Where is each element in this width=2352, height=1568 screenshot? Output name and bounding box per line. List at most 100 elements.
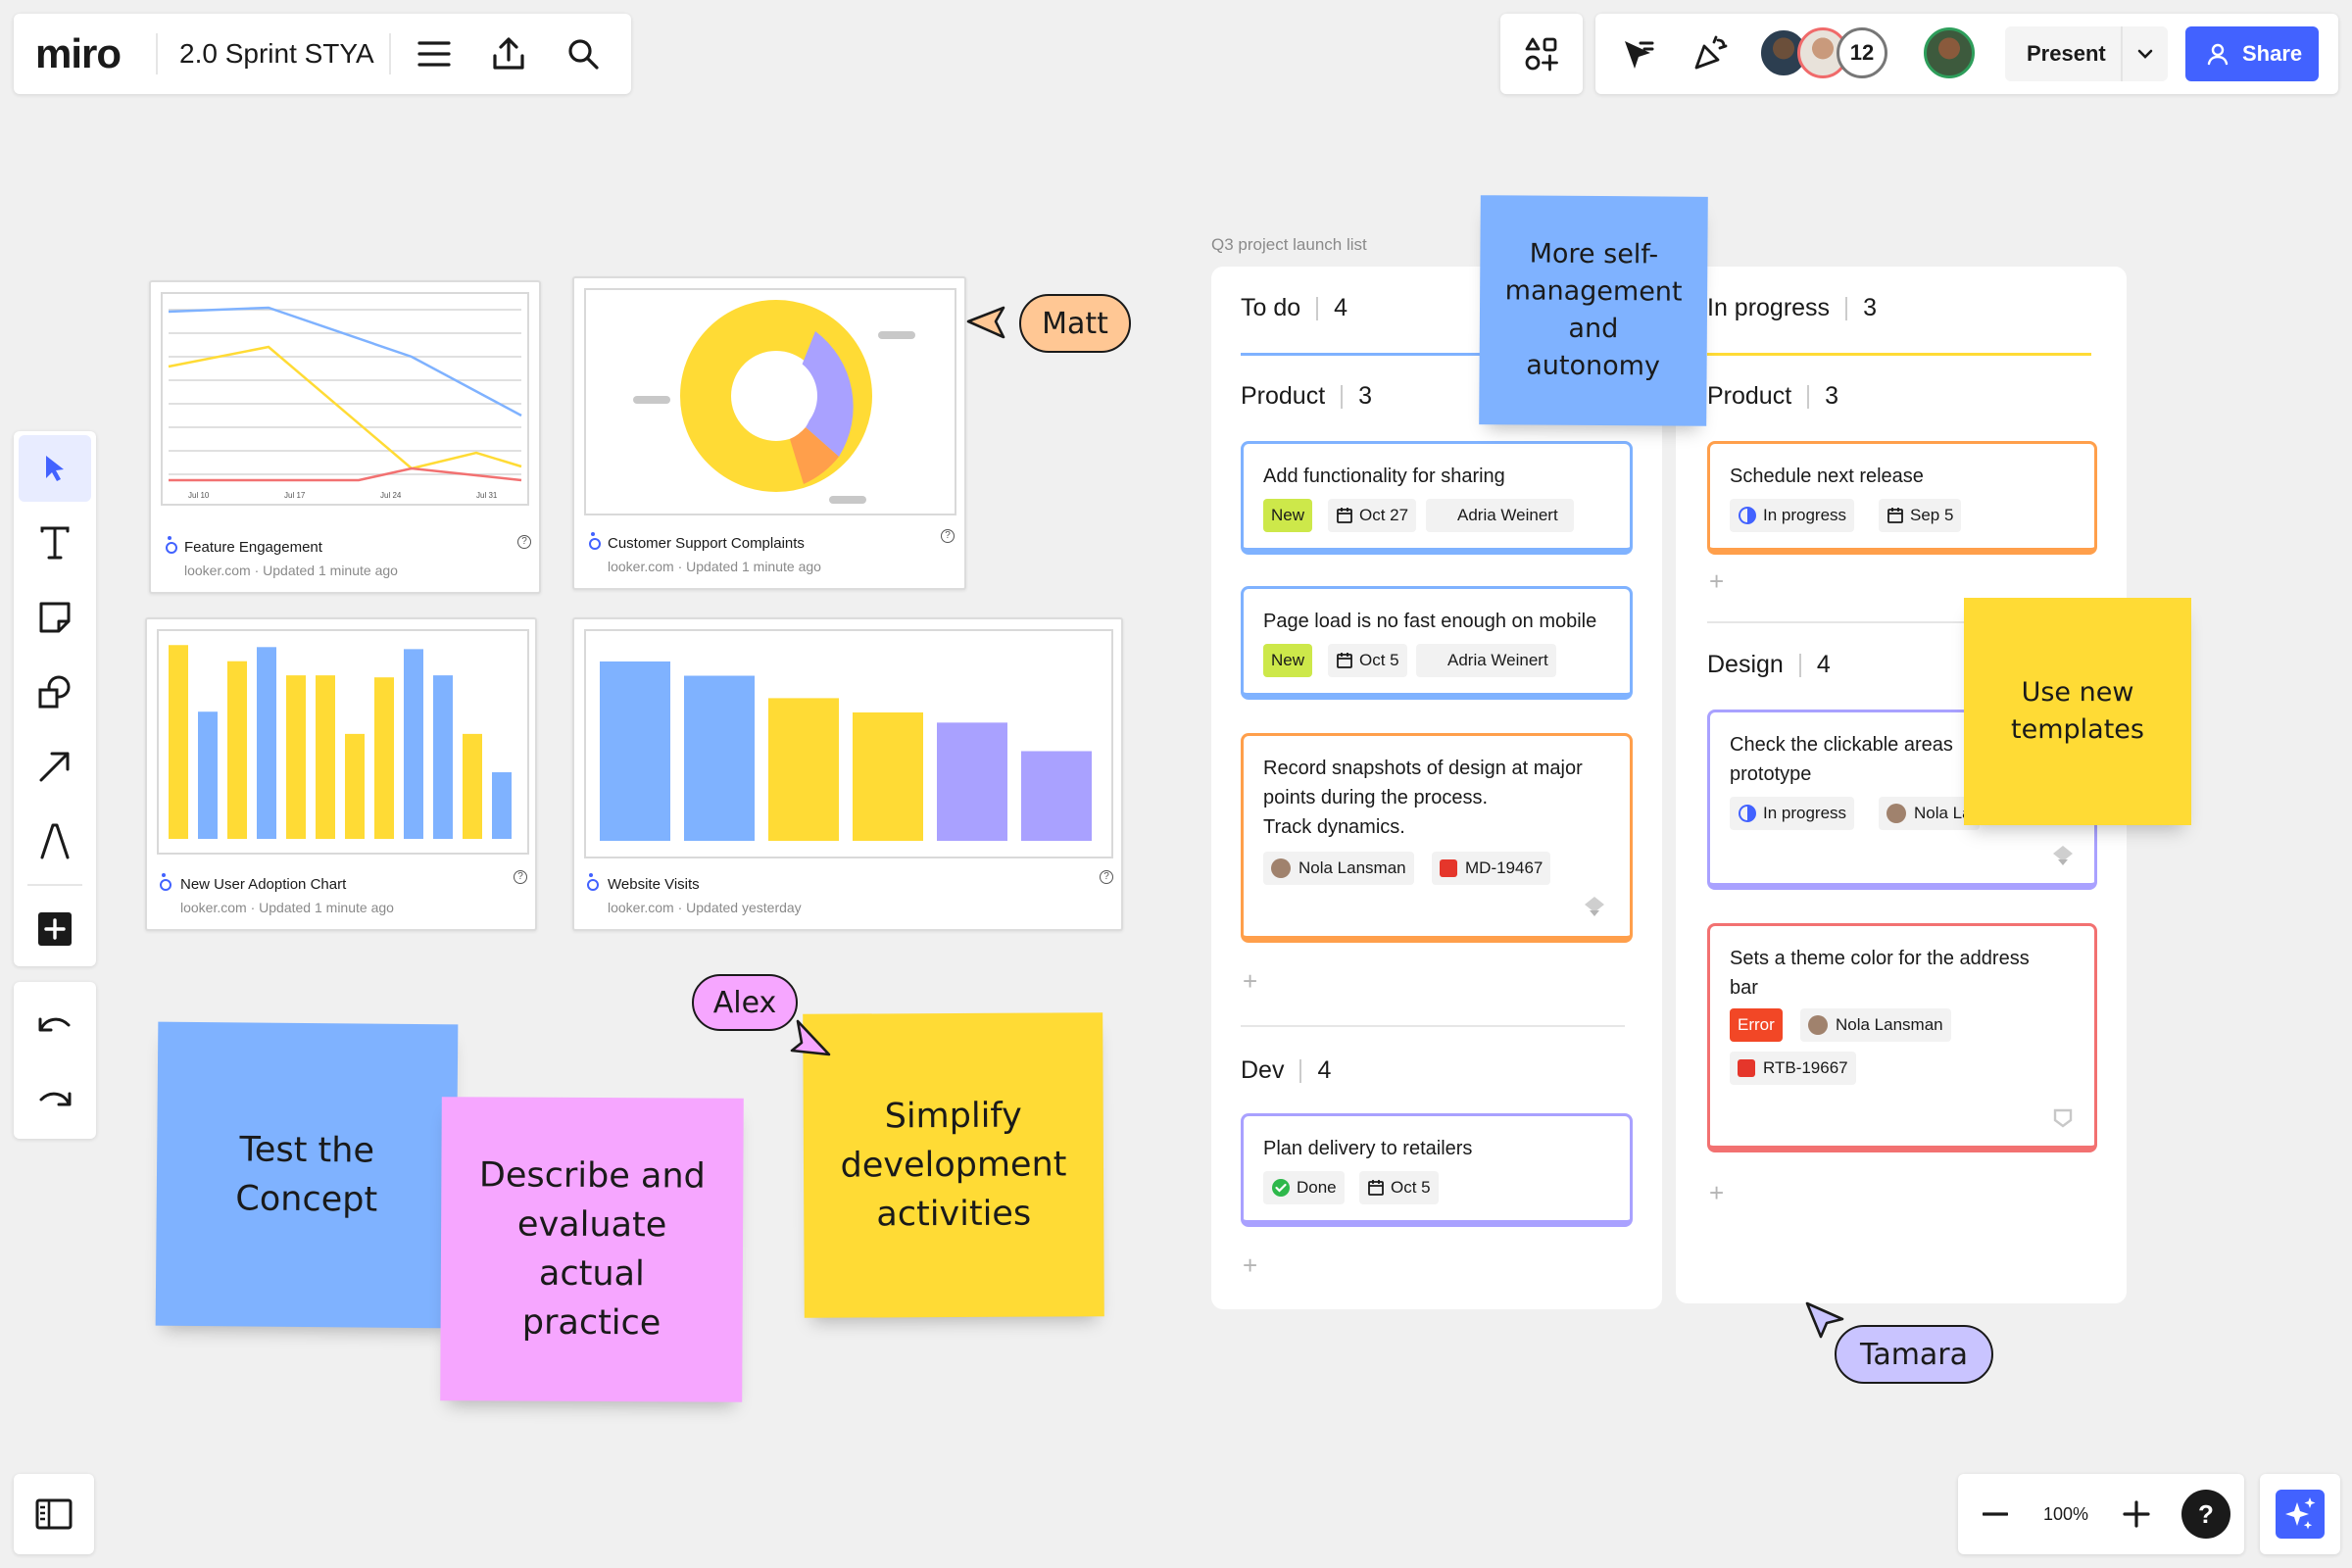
export-icon[interactable] <box>471 17 546 91</box>
undo-icon[interactable] <box>19 990 91 1056</box>
shapes-icon[interactable] <box>19 659 91 725</box>
chart-bar <box>684 675 755 841</box>
info-icon[interactable]: ? <box>514 870 527 884</box>
source-domain: looker.com <box>608 900 674 915</box>
assignee[interactable]: Nola Lansman <box>1800 1008 1951 1042</box>
redo-icon[interactable] <box>19 1064 91 1131</box>
status-badge[interactable]: New <box>1263 644 1313 677</box>
add-card-button[interactable]: + <box>1709 1178 1724 1208</box>
cursor-follow-icon[interactable] <box>1617 33 1660 76</box>
card-source: looker.com · Updated 1 minute ago <box>608 559 821 574</box>
card-source: looker.com · Updated 1 minute ago <box>184 563 398 578</box>
ticket-id: MD-19467 <box>1465 858 1544 877</box>
add-card-button[interactable]: + <box>1709 566 1724 597</box>
ticket-link[interactable]: MD-19467 <box>1432 852 1551 885</box>
task-title: Page load is no fast enough on mobile <box>1263 611 1597 632</box>
status-badge[interactable]: Done <box>1263 1171 1345 1204</box>
miro-logo[interactable]: miro <box>14 30 156 77</box>
add-card-button[interactable]: + <box>1243 966 1257 997</box>
celebrate-icon[interactable] <box>1688 31 1733 76</box>
card-source: looker.com · Updated yesterday <box>608 900 802 915</box>
group-title: Dev <box>1241 1056 1285 1084</box>
sticky-note[interactable]: Simplify development activities <box>803 1012 1104 1318</box>
sticky-note[interactable]: Test the Concept <box>155 1021 459 1329</box>
sticky-note-icon[interactable] <box>19 584 91 651</box>
text-tool-icon[interactable] <box>19 510 91 576</box>
group-header: Product 3 <box>1241 382 1372 411</box>
cursor-name-tag: Matt <box>1019 294 1131 353</box>
task-card[interactable]: Record snapshots of design at major poin… <box>1241 733 1633 943</box>
chart-bar <box>404 649 423 839</box>
present-button[interactable]: Present <box>2005 26 2168 81</box>
assignee-name: Nola La <box>1914 804 1972 822</box>
due-date[interactable]: Oct 5 <box>1328 644 1407 677</box>
avatar-group[interactable]: 12 <box>1758 27 1905 82</box>
looker-card-new-user-adoption[interactable]: New User Adoption Chart looker.com · Upd… <box>145 617 537 931</box>
help-button[interactable]: ? <box>2181 1490 2230 1539</box>
select-tool-icon[interactable] <box>19 435 91 502</box>
looker-card-customer-support[interactable]: Customer Support Complaints looker.com ·… <box>572 276 966 590</box>
looker-card-website-visits[interactable]: Website Visits looker.com · Updated yest… <box>572 617 1123 931</box>
assignee[interactable]: Adria Weinert <box>1416 644 1556 677</box>
more-tools-icon[interactable] <box>19 896 91 962</box>
avatar[interactable] <box>1924 27 1975 78</box>
due-date[interactable]: Oct 27 <box>1328 499 1417 532</box>
task-card[interactable]: Plan delivery to retailers Done Oct 5 <box>1241 1113 1633 1227</box>
task-card[interactable]: Add functionality for sharing New Oct 27… <box>1241 441 1633 555</box>
chart-bar <box>169 645 188 839</box>
zoom-in-icon[interactable] <box>2099 1477 2174 1551</box>
info-icon[interactable]: ? <box>941 529 955 543</box>
search-icon[interactable] <box>546 17 620 91</box>
add-card-button[interactable]: + <box>1243 1250 1257 1281</box>
status-label: Done <box>1297 1178 1337 1197</box>
task-card[interactable]: Schedule next release In progress Sep 5 <box>1707 441 2097 555</box>
task-title: Add functionality for sharing <box>1263 466 1505 487</box>
card-title: New User Adoption Chart <box>180 876 347 893</box>
assignee[interactable]: Adria Weinert <box>1426 499 1574 532</box>
status-badge[interactable]: Error <box>1730 1008 1783 1042</box>
task-card[interactable]: Page load is no fast enough on mobile Ne… <box>1241 586 1633 700</box>
assignee[interactable]: Nola Lansman <box>1263 852 1414 885</box>
pen-icon[interactable] <box>19 808 91 874</box>
chart-bar <box>853 711 923 841</box>
sticky-note[interactable]: Use new templates <box>1964 598 2191 825</box>
looker-card-feature-engagement[interactable]: Jul 10 Jul 17 Jul 24 Jul 31 Feature Enga… <box>149 280 541 594</box>
check-circle-icon <box>1271 1178 1291 1198</box>
date-label: Oct 5 <box>1391 1178 1431 1197</box>
group-divider <box>1241 1025 1625 1027</box>
due-date[interactable]: Oct 5 <box>1359 1171 1439 1204</box>
avatar-overflow-count[interactable]: 12 <box>1837 27 1887 78</box>
column-count: 3 <box>1863 294 1877 321</box>
column-underline <box>1707 353 2091 356</box>
info-icon[interactable]: ? <box>1100 870 1113 884</box>
status-badge[interactable]: New <box>1263 499 1313 532</box>
status-badge[interactable]: In progress <box>1730 499 1855 532</box>
board-header: miro 2.0 Sprint STYA <box>14 14 631 94</box>
ticket-link[interactable]: RTB-19667 <box>1730 1052 1856 1085</box>
status-badge[interactable]: In progress <box>1730 797 1855 830</box>
apps-icon[interactable] <box>1500 14 1583 94</box>
group-header: Design 4 <box>1707 651 1831 679</box>
sticky-note[interactable]: More self- management and autonomy <box>1479 195 1708 426</box>
frames-panel-icon[interactable] <box>14 1474 94 1554</box>
due-date[interactable]: Sep 5 <box>1879 499 1962 532</box>
ai-assist-icon[interactable] <box>2260 1474 2340 1554</box>
sticky-text-line: autonomy <box>1526 350 1661 382</box>
calendar-icon <box>1886 507 1904 524</box>
x-tick-label: Jul 31 <box>476 491 498 500</box>
info-icon[interactable]: ? <box>517 535 531 549</box>
card-title: Website Visits <box>608 876 700 893</box>
zoom-level[interactable]: 100% <box>2033 1504 2099 1525</box>
date-label: Oct 27 <box>1359 506 1409 524</box>
connector-arrow-icon[interactable] <box>19 733 91 800</box>
menu-icon[interactable] <box>397 17 471 91</box>
cursor-name-tag: Alex <box>692 974 798 1031</box>
chevron-down-icon[interactable] <box>2121 26 2168 81</box>
board-title[interactable]: 2.0 Sprint STYA <box>156 33 391 74</box>
task-card[interactable]: Sets a theme color for the address bar E… <box>1707 923 2097 1152</box>
share-button[interactable]: Share <box>2185 26 2319 81</box>
cursor-pointer-icon <box>966 306 1005 339</box>
sticky-note[interactable]: Describe and evaluate actual practice <box>440 1097 744 1402</box>
zoom-out-icon[interactable] <box>1958 1477 2033 1551</box>
sticky-text-line: development <box>840 1145 1067 1186</box>
